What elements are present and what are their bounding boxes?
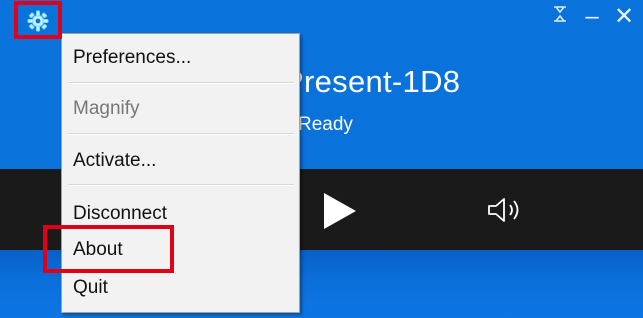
minimize-button[interactable]: – (581, 2, 603, 32)
highlight-box-settings (14, 1, 62, 39)
volume-button[interactable] (486, 195, 526, 230)
pin-button[interactable] (549, 2, 571, 32)
play-button[interactable] (322, 191, 358, 236)
highlight-box-about (43, 225, 174, 273)
menu-separator (68, 82, 294, 84)
pin-icon (554, 6, 566, 22)
app-window: – ✕ Present-1D8 Ready Preferences... Mag… (0, 0, 643, 318)
menu-item-activate[interactable]: Activate... (62, 143, 299, 179)
play-icon (324, 193, 356, 229)
menu-separator (68, 133, 294, 135)
device-name: Present-1D8 (283, 64, 461, 99)
menu-item-quit[interactable]: Quit (62, 270, 299, 306)
volume-icon (488, 198, 519, 222)
menu-separator (68, 184, 294, 186)
window-controls: – ✕ (549, 2, 635, 32)
menu-item-preferences[interactable]: Preferences... (62, 40, 299, 76)
menu-item-magnify: Magnify (73, 98, 140, 119)
status-text: Ready (298, 114, 353, 135)
close-button[interactable]: ✕ (613, 2, 635, 32)
